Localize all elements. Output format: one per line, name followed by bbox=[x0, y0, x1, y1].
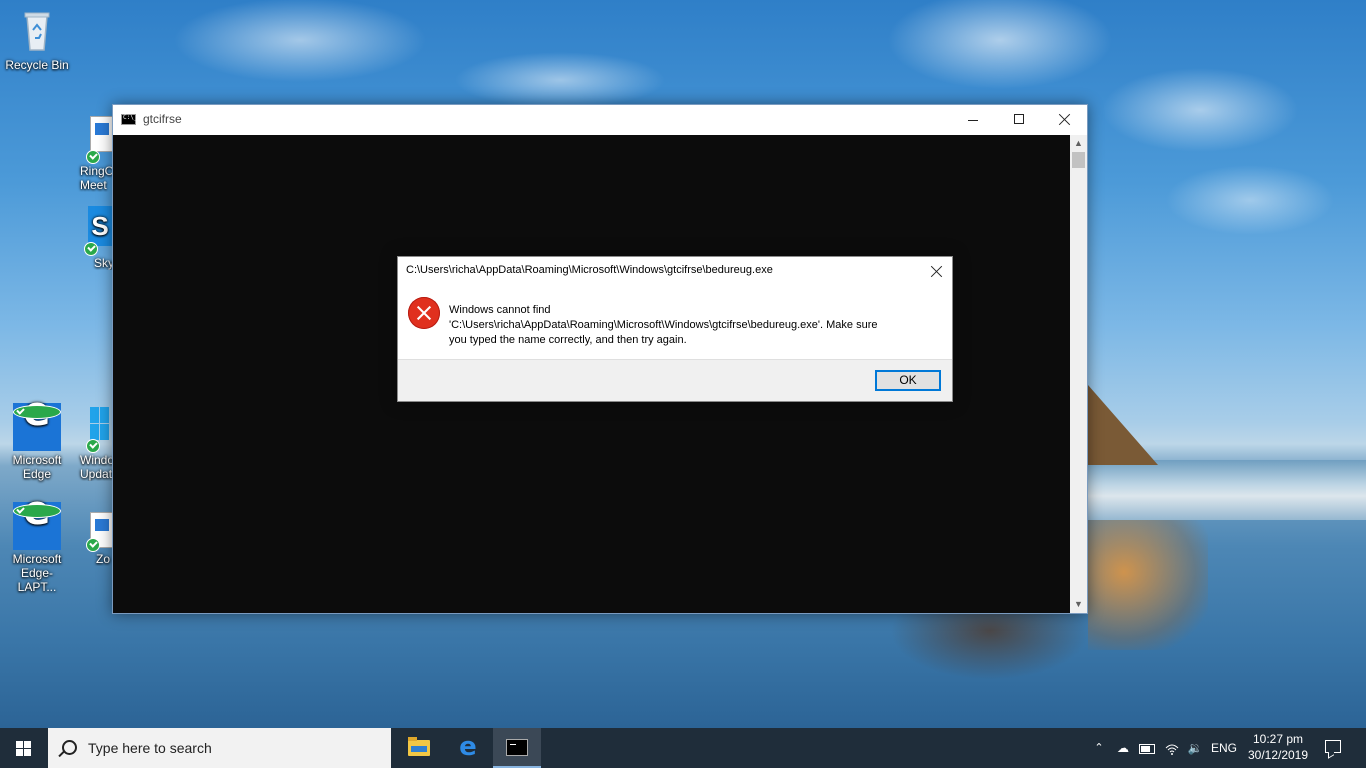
taskbar: Type here to search e ⌃ ☁ 🔉 ENG 10:27 pm… bbox=[0, 728, 1366, 768]
clock-date: 30/12/2019 bbox=[1247, 748, 1309, 762]
dialog-message-line: you typed the name correctly, and then t… bbox=[449, 334, 687, 346]
scroll-up-arrow-icon[interactable]: ▲ bbox=[1070, 135, 1087, 152]
windows-update-icon bbox=[86, 403, 114, 453]
minimize-button[interactable] bbox=[950, 105, 996, 135]
volume-icon[interactable]: 🔉 bbox=[1185, 728, 1205, 768]
cmd-icon bbox=[506, 739, 528, 756]
ringcentral-icon bbox=[86, 114, 114, 164]
desktop-icon-label: Microsoft Edge bbox=[12, 453, 62, 481]
sync-check-icon bbox=[13, 504, 61, 518]
desktop-icon-microsoft-edge[interactable]: e Microsoft Edge bbox=[0, 392, 74, 481]
wallpaper-shadow bbox=[890, 610, 1090, 680]
maximize-icon bbox=[1014, 114, 1024, 124]
onedrive-cloud-icon[interactable]: ☁ bbox=[1113, 728, 1133, 768]
taskbar-clock[interactable]: 10:27 pm 30/12/2019 bbox=[1240, 731, 1316, 763]
maximize-button[interactable] bbox=[996, 105, 1042, 135]
scroll-down-arrow-icon[interactable]: ▼ bbox=[1070, 596, 1087, 613]
close-icon bbox=[1059, 113, 1071, 125]
recycle-bin-icon bbox=[13, 8, 61, 56]
close-icon bbox=[931, 265, 943, 277]
sync-check-icon bbox=[13, 405, 61, 419]
desktop-icon-label: Recycle Bin bbox=[5, 58, 69, 72]
dialog-footer: OK bbox=[398, 359, 952, 401]
taskbar-command-prompt[interactable] bbox=[493, 728, 541, 768]
dialog-close-button[interactable] bbox=[922, 257, 952, 285]
taskbar-search-box[interactable]: Type here to search bbox=[48, 728, 391, 768]
desktop-icon-skype[interactable]: S Sky bbox=[74, 206, 114, 270]
dialog-message-line: 'C:\Users\richa\AppData\Roaming\Microsof… bbox=[449, 319, 878, 331]
desktop-icon-label: Windo Updat bbox=[80, 453, 114, 481]
sync-check-icon bbox=[86, 538, 100, 552]
battery-icon[interactable] bbox=[1137, 728, 1157, 768]
desktop-icon-label: RingC Meet bbox=[80, 164, 114, 192]
clock-time: 10:27 pm bbox=[1252, 732, 1304, 746]
desktop-icon-windows-update[interactable]: Windo Updat bbox=[74, 403, 114, 481]
edge-icon: e bbox=[13, 392, 61, 451]
console-scrollbar[interactable]: ▲ ▼ bbox=[1070, 135, 1087, 613]
desktop-icon-recycle-bin[interactable]: Recycle Bin bbox=[0, 8, 74, 72]
file-explorer-icon bbox=[408, 737, 430, 756]
edge-icon: e bbox=[13, 491, 61, 550]
language-indicator[interactable]: ENG bbox=[1208, 728, 1240, 768]
action-center-notification-icon[interactable] bbox=[1325, 740, 1341, 753]
wallpaper-horizon bbox=[1088, 460, 1366, 520]
console-title: gtcifrse bbox=[143, 112, 182, 126]
search-placeholder: Type here to search bbox=[88, 740, 212, 756]
minimize-icon bbox=[968, 120, 978, 121]
taskbar-microsoft-edge[interactable]: e bbox=[444, 728, 492, 768]
desktop-icon-zoom[interactable]: Zo bbox=[74, 510, 114, 566]
desktop-icon-label: Microsoft Edge-LAPT... bbox=[12, 552, 62, 594]
wifi-icon[interactable] bbox=[1162, 728, 1182, 768]
edge-icon: e bbox=[459, 732, 477, 762]
scroll-thumb[interactable] bbox=[1072, 152, 1085, 168]
close-button[interactable] bbox=[1042, 105, 1088, 135]
dialog-message: Windows cannot find 'C:\Users\richa\AppD… bbox=[449, 303, 939, 348]
dialog-title: C:\Users\richa\AppData\Roaming\Microsoft… bbox=[406, 264, 773, 276]
sync-check-icon bbox=[86, 439, 100, 453]
desktop-icon-microsoft-edge-laptop[interactable]: e Microsoft Edge-LAPT... bbox=[0, 491, 74, 594]
console-titlebar[interactable]: gtcifrse bbox=[113, 105, 1087, 135]
sync-check-icon bbox=[86, 150, 100, 164]
windows-logo-icon bbox=[16, 741, 32, 756]
ok-button[interactable]: OK bbox=[875, 370, 941, 391]
desktop-icon-ringcentral[interactable]: RingC Meet bbox=[74, 114, 114, 192]
show-hidden-icons-chevron-up-icon[interactable]: ⌃ bbox=[1090, 728, 1108, 768]
desktop-icon-label: Sky bbox=[94, 256, 114, 270]
skype-icon: S bbox=[84, 206, 112, 256]
zoom-icon bbox=[86, 510, 114, 552]
error-dialog[interactable]: C:\Users\richa\AppData\Roaming\Microsoft… bbox=[397, 256, 953, 402]
sync-check-icon bbox=[84, 242, 98, 256]
start-button[interactable] bbox=[0, 728, 48, 768]
wallpaper-rock bbox=[1088, 385, 1158, 465]
search-icon bbox=[62, 740, 77, 755]
desktop-icon-label: Zo bbox=[96, 552, 111, 566]
wallpaper-sunset-reflection bbox=[1088, 520, 1208, 650]
taskbar-file-explorer[interactable] bbox=[395, 728, 443, 768]
error-icon bbox=[408, 297, 440, 329]
cmd-icon[interactable] bbox=[121, 114, 137, 125]
dialog-message-line: Windows cannot find bbox=[449, 304, 551, 316]
